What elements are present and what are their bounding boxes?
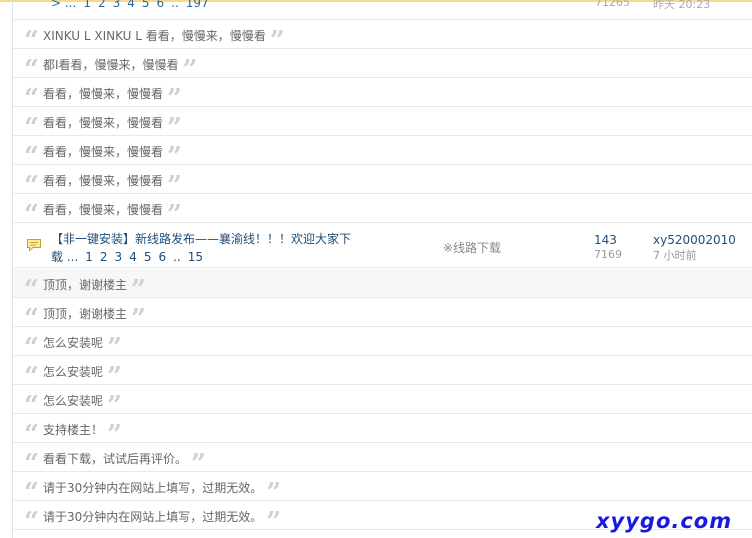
pager-ellipsis: .. — [171, 0, 179, 10]
reply-quote-row[interactable]: “ 顶顶，谢谢楼主” — [13, 298, 752, 332]
reply-quote-text[interactable]: 支持楼主！ — [43, 421, 103, 438]
pager-link[interactable]: 6 — [157, 0, 165, 10]
reply-quote-row[interactable]: “ 怎么安装呢” — [13, 356, 752, 390]
reply-quote-row[interactable]: “ 看看，慢慢来，慢慢看” — [13, 136, 752, 170]
thread-title-line[interactable]: 【非一键安装】新线路发布——襄渝线！！！欢迎大家下 — [51, 231, 351, 248]
thread-pager: 载 ... 1 2 3 4 5 6.. 15 — [51, 248, 210, 265]
reply-quote-row[interactable]: “ 怎么安装呢” — [13, 385, 752, 419]
pager-link[interactable]: 5 — [144, 250, 152, 264]
reply-quote-row[interactable]: “ 顶顶，谢谢楼主” — [13, 269, 752, 303]
comment-icon — [27, 239, 41, 252]
open-quote-icon: “ — [24, 507, 39, 537]
reply-quote-text[interactable]: 请于30分钟内在网站上填写，过期无效。 — [43, 479, 262, 496]
reply-quote-row[interactable]: “ 看看，慢慢来，慢慢看” — [13, 165, 752, 199]
pager-link[interactable]: > ... — [51, 0, 76, 10]
reply-quote-text[interactable]: 看看，慢慢来，慢慢看 — [43, 114, 163, 131]
previous-thread-views: 71265 — [595, 0, 630, 9]
pager-link[interactable]: 4 — [129, 250, 137, 264]
reply-quote-row[interactable]: “ 支持楼主！” — [13, 414, 752, 448]
close-quote-icon: ” — [266, 507, 282, 537]
thread-row[interactable]: 【非一键安装】新线路发布——襄渝线！！！欢迎大家下 载 ... 1 2 3 4 5 6.. 1… — [13, 224, 752, 268]
reply-quote-text[interactable]: XINKU L XINKU L 看看，慢慢来，慢慢看 — [43, 27, 266, 44]
reply-quote-row[interactable]: “ XINKU L XINKU L 看看，慢慢来，慢慢看” — [13, 20, 752, 54]
forum-thread-list: > ... 1 2 3 4 5 6.. 197 71265 昨天 20:23 “ XINKU … — [12, 0, 752, 538]
thread-last-post-time: 7 小时前 — [653, 249, 697, 262]
reply-quote-text[interactable]: 怎么安装呢 — [43, 363, 103, 380]
previous-thread-fragment: > ... 1 2 3 4 5 6.. 197 71265 昨天 20:23 — [13, 0, 752, 20]
reply-quote-text[interactable]: 顶顶，谢谢楼主 — [43, 305, 127, 322]
pager-link[interactable]: 5 — [142, 0, 150, 10]
pager-link[interactable]: 3 — [113, 0, 121, 10]
pager-link[interactable]: 6 — [158, 250, 166, 264]
reply-quote-text[interactable]: 看看下载，试试后再评价。 — [43, 450, 187, 467]
thread-category-tag[interactable]: ※线路下载 — [443, 239, 501, 256]
pager-link[interactable]: 197 — [186, 0, 209, 10]
pager-link[interactable]: 2 — [100, 250, 108, 264]
pager-link[interactable]: 3 — [115, 250, 123, 264]
pager-ellipsis: .. — [173, 250, 181, 264]
reply-quote-text[interactable]: 看看，慢慢来，慢慢看 — [43, 201, 163, 218]
reply-quote-text[interactable]: 怎么安装呢 — [43, 392, 103, 409]
reply-quote-row[interactable]: “ 看看，慢慢来，慢慢看” — [13, 78, 752, 112]
previous-thread-pager: > ... 1 2 3 4 5 6.. 197 — [51, 0, 216, 10]
site-watermark: xyygo.com — [596, 509, 733, 533]
pager-link[interactable]: 1 — [85, 250, 93, 264]
pager-link[interactable]: 1 — [83, 0, 91, 10]
reply-quote-row[interactable]: “ 看看下载，试试后再评价。” — [13, 443, 752, 477]
thread-title-continuation[interactable]: 载 ... — [51, 250, 78, 264]
thread-view-count: 7169 — [594, 248, 622, 261]
reply-quote-row[interactable]: “ 看看，慢慢来，慢慢看” — [13, 107, 752, 141]
thread-last-poster[interactable]: xy520002010 — [653, 233, 736, 247]
reply-quote-row[interactable]: “ 都I看看，慢慢来，慢慢看” — [13, 49, 752, 83]
pager-link[interactable]: 4 — [127, 0, 135, 10]
reply-quote-row[interactable]: “ 看看，慢慢来，慢慢看” — [13, 194, 752, 228]
reply-quote-text[interactable]: 看看，慢慢来，慢慢看 — [43, 85, 163, 102]
pager-link[interactable]: 15 — [188, 250, 203, 264]
reply-quote-text[interactable]: 看看，慢慢来，慢慢看 — [43, 172, 163, 189]
thread-reply-count[interactable]: 143 — [594, 233, 617, 247]
previous-thread-time: 昨天 20:23 — [653, 0, 711, 11]
reply-quote-text[interactable]: 请于30分钟内在网站上填写，过期无效。 — [43, 508, 262, 525]
reply-quote-row[interactable]: “ 怎么安装呢” — [13, 327, 752, 361]
reply-quote-row[interactable]: “ 请于30分钟内在网站上填写，过期无效。” — [13, 472, 752, 506]
reply-quote-text[interactable]: 怎么安装呢 — [43, 334, 103, 351]
reply-quote-text[interactable]: 顶顶，谢谢楼主 — [43, 276, 127, 293]
pager-link[interactable]: 2 — [98, 0, 106, 10]
reply-quote-text[interactable]: 都I看看，慢慢来，慢慢看 — [43, 56, 179, 73]
thread-title-link[interactable]: 【非一键安装】新线路发布——襄渝线！！！欢迎大家下 — [51, 231, 351, 248]
reply-quote-text[interactable]: 看看，慢慢来，慢慢看 — [43, 143, 163, 160]
